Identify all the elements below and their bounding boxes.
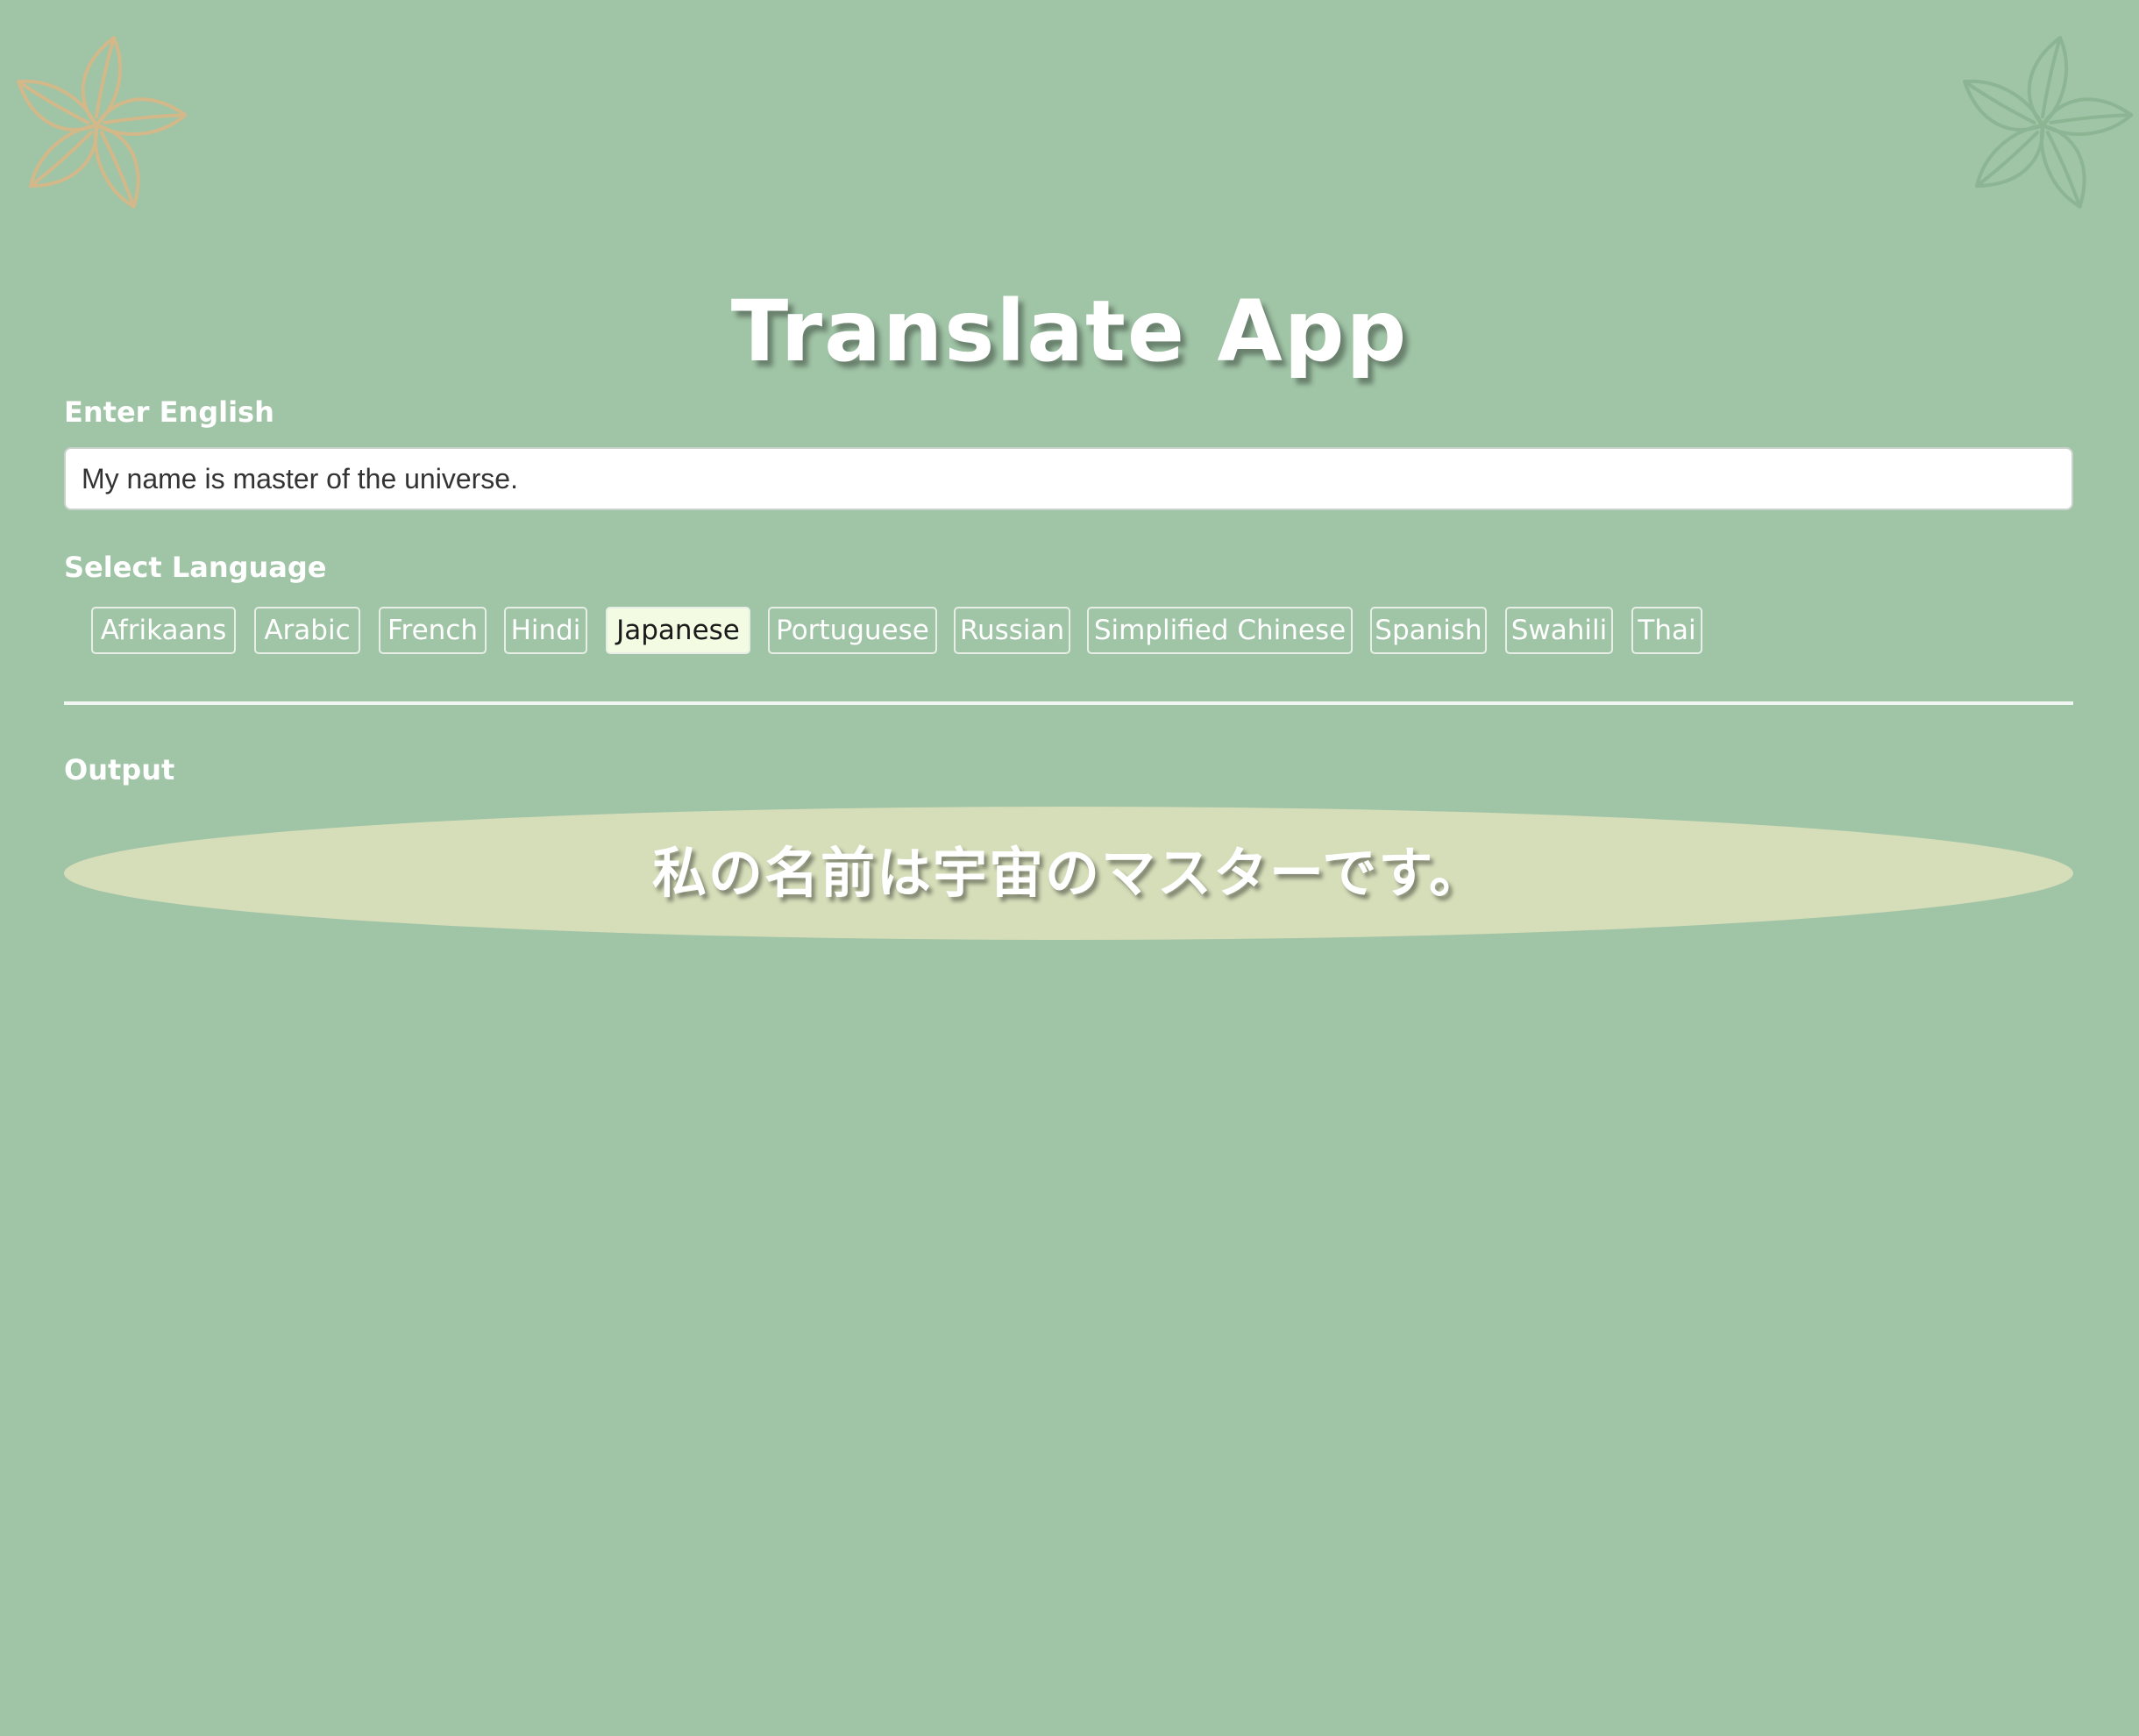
language-select-label: Select Language <box>64 551 327 584</box>
output-label: Output <box>64 753 175 786</box>
input-label: Enter English <box>64 395 274 429</box>
flower-icon <box>17 36 188 209</box>
page-title: Translate App <box>730 282 1409 381</box>
language-button-arabic[interactable]: Arabic <box>254 607 360 654</box>
language-button-japanese[interactable]: Japanese <box>606 607 750 654</box>
language-button-french[interactable]: French <box>379 607 487 654</box>
language-button-simplified-chinese[interactable]: Simplified Chinese <box>1087 607 1353 654</box>
language-button-portuguese[interactable]: Portuguese <box>768 607 937 654</box>
language-button-afrikaans[interactable]: Afrikaans <box>91 607 236 654</box>
language-button-thai[interactable]: Thai <box>1631 607 1702 654</box>
translated-output-text: 私の名前は宇宙のマスターです。 <box>651 841 1486 905</box>
section-divider <box>64 701 2073 705</box>
english-text-input[interactable] <box>64 447 2073 510</box>
language-button-swahili[interactable]: Swahili <box>1505 607 1613 654</box>
flower-icon <box>1963 36 2134 209</box>
language-button-russian[interactable]: Russian <box>954 607 1070 654</box>
language-button-spanish[interactable]: Spanish <box>1370 607 1487 654</box>
language-button-hindi[interactable]: Hindi <box>504 607 587 654</box>
